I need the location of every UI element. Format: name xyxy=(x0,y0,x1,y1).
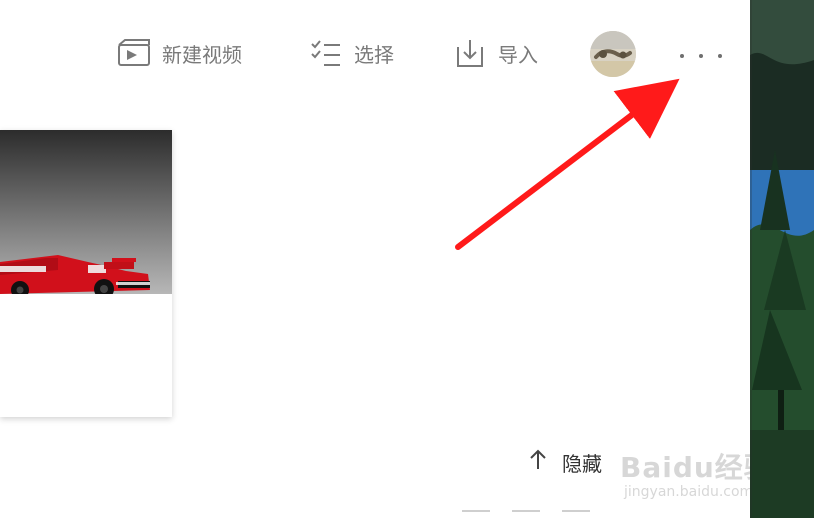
more-horizontal-icon xyxy=(680,54,722,58)
checklist-icon xyxy=(308,37,344,69)
select-button[interactable]: 选择 xyxy=(308,34,394,72)
select-label: 选择 xyxy=(354,42,394,67)
bottom-partial-icons xyxy=(462,510,632,518)
background-forest-image xyxy=(750,0,814,518)
avatar-photo-icon xyxy=(590,31,636,77)
window-edge-divider xyxy=(750,0,752,518)
video-clapper-icon xyxy=(116,37,152,69)
import-tray-icon xyxy=(452,37,488,69)
bottom-icon-3 xyxy=(562,510,590,518)
watermark-sub: jingyan.baidu.com xyxy=(624,484,754,500)
video-project-card[interactable] xyxy=(0,130,172,417)
video-thumbnail[interactable] xyxy=(0,130,172,294)
bottom-icon-1 xyxy=(462,510,490,518)
import-label: 导入 xyxy=(498,42,538,67)
arrow-up-icon xyxy=(526,448,550,477)
import-button[interactable]: 导入 xyxy=(452,34,538,72)
hide-button[interactable]: 隐藏 xyxy=(526,448,602,477)
bottom-icon-2 xyxy=(512,510,540,518)
new-video-button[interactable]: 新建视频 xyxy=(116,34,242,72)
new-video-label: 新建视频 xyxy=(162,42,242,67)
more-options-button[interactable] xyxy=(680,44,722,68)
hide-label: 隐藏 xyxy=(562,452,602,476)
user-avatar[interactable] xyxy=(590,31,636,77)
race-car-image xyxy=(0,130,172,294)
